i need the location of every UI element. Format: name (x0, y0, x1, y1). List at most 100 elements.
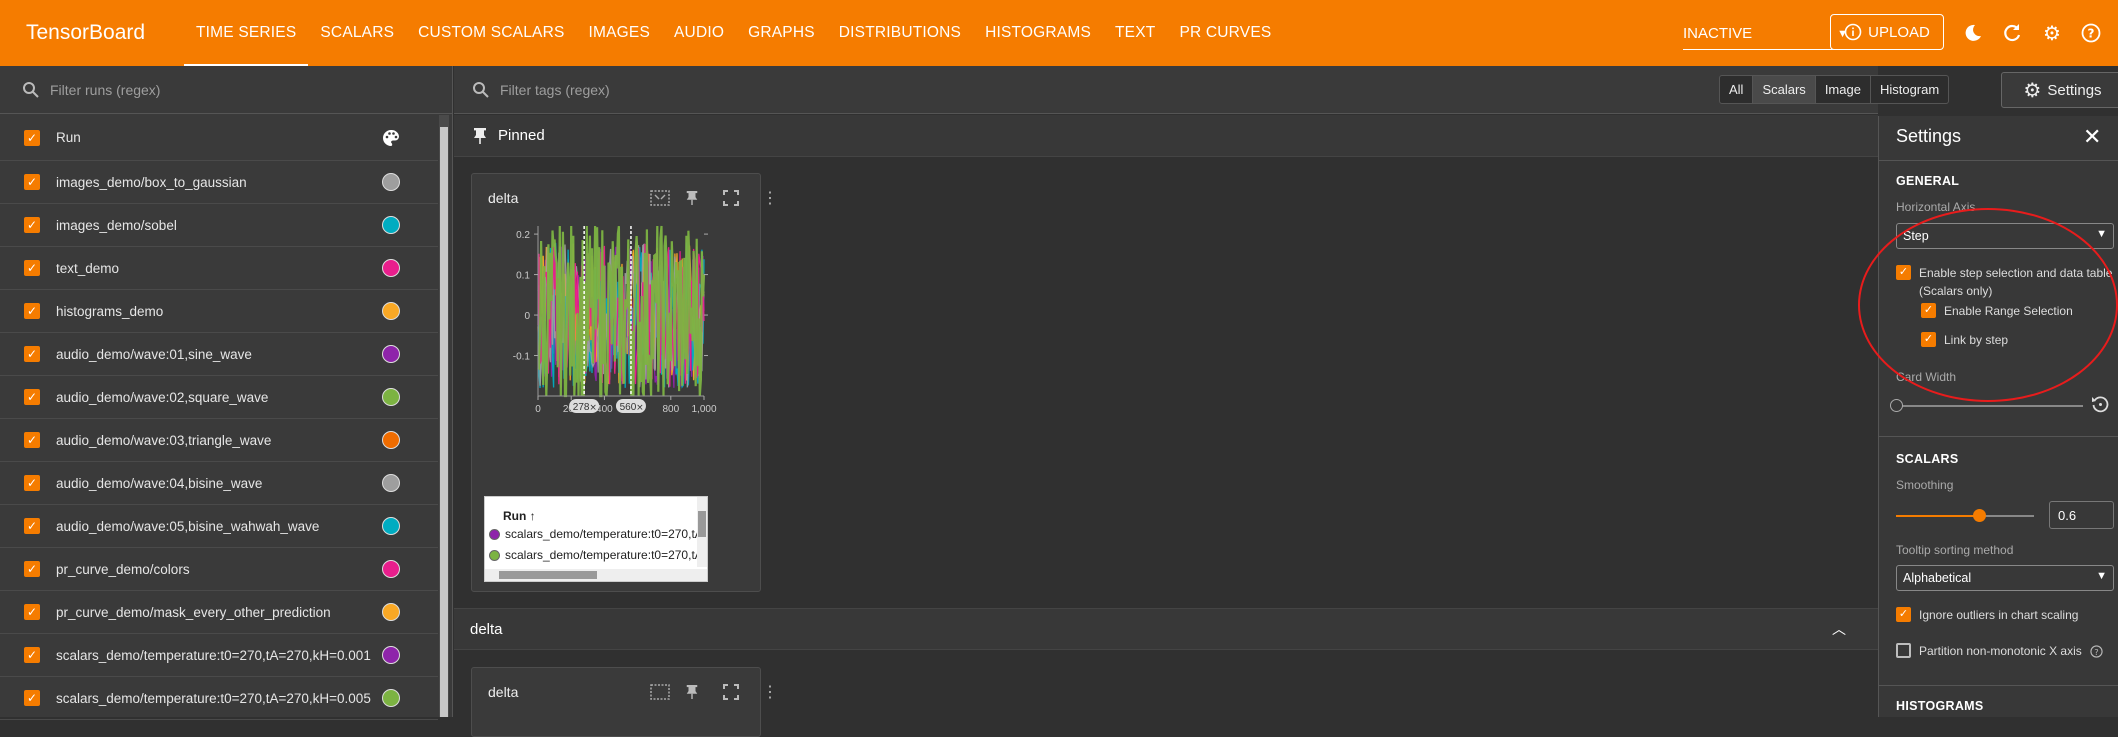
run-row[interactable]: ✓ pr_curve_demo/mask_every_other_predicti… (0, 591, 438, 634)
svg-text:?: ? (2094, 647, 2098, 657)
tab-histograms[interactable]: HISTOGRAMS (973, 0, 1103, 66)
tab-text[interactable]: TEXT (1103, 0, 1167, 66)
tab-graphs[interactable]: GRAPHS (736, 0, 827, 66)
filter-image-button[interactable]: Image (1816, 76, 1871, 103)
link-by-step-checkbox[interactable]: ✓ (1921, 332, 1936, 347)
delta-group-header[interactable]: delta ︿ (454, 608, 1878, 650)
run-row[interactable]: ✓ images_demo/sobel (0, 204, 438, 247)
tag-filter[interactable]: Filter tags (regex) (454, 66, 1878, 114)
palette-icon[interactable] (382, 129, 400, 147)
run-row[interactable]: ✓ audio_demo/wave:02,square_wave (0, 376, 438, 419)
smoothing-slider[interactable] (1896, 515, 2034, 517)
chevron-up-icon[interactable]: ︿ (1832, 619, 1846, 639)
run-row[interactable]: ✓ images_demo/box_to_gaussian (0, 161, 438, 204)
card-width-label: Card Width (1896, 370, 1957, 384)
enable-step-selection-checkbox[interactable]: ✓ (1896, 265, 1911, 280)
run-row[interactable]: ✓ scalars_demo/temperature:t0=270,tA=270,… (0, 634, 438, 677)
run-row[interactable]: ✓ scalars_demo/temperature:t0=270,tA=270,… (0, 677, 438, 720)
more-options-icon[interactable]: ⋮ (760, 682, 780, 702)
run-checkbox[interactable]: ✓ (24, 260, 40, 276)
run-color-swatch[interactable] (382, 216, 400, 234)
reload-icon[interactable] (2001, 22, 2023, 44)
run-checkbox[interactable]: ✓ (24, 346, 40, 362)
run-checkbox[interactable]: ✓ (24, 389, 40, 405)
run-checkbox[interactable]: ✓ (24, 217, 40, 233)
tab-custom-scalars[interactable]: CUSTOM SCALARS (406, 0, 576, 66)
reset-icon[interactable] (2091, 395, 2109, 418)
run-checkbox[interactable]: ✓ (24, 690, 40, 706)
tab-time-series[interactable]: TIME SERIES (184, 0, 309, 66)
step-data-table[interactable]: Run ↑ scalars_demo/temperature:t0=270,tA… (484, 496, 708, 582)
tab-pr-curves[interactable]: PR CURVES (1167, 0, 1283, 66)
dark-mode-icon[interactable] (1962, 22, 1984, 44)
run-color-swatch[interactable] (382, 173, 400, 191)
help-icon[interactable]: ? (2080, 22, 2102, 44)
run-row[interactable]: ✓ audio_demo/wave:03,triangle_wave (0, 419, 438, 462)
run-checkbox[interactable]: ✓ (24, 475, 40, 491)
run-checkbox[interactable]: ✓ (24, 518, 40, 534)
run-color-swatch[interactable] (382, 302, 400, 320)
partition-checkbox[interactable] (1896, 643, 1911, 658)
plugin-select[interactable]: INACTIVE ▼ (1683, 18, 1848, 50)
fit-domain-icon[interactable] (650, 188, 670, 208)
delta-chart[interactable]: 0.20.10-0.102004008001,000278×560× (482, 214, 722, 414)
gear-icon[interactable]: ⚙ (2041, 22, 2063, 45)
fit-domain-icon[interactable] (650, 682, 670, 702)
pin-icon[interactable] (682, 682, 702, 702)
upload-label: UPLOAD (1868, 23, 1930, 41)
pin-icon[interactable] (682, 188, 702, 208)
ignore-outliers-checkbox[interactable]: ✓ (1896, 607, 1911, 622)
select-all-checkbox[interactable]: ✓ (24, 129, 40, 146)
run-row[interactable]: ✓ audio_demo/wave:04,bisine_wave (0, 462, 438, 505)
run-checkbox[interactable]: ✓ (24, 561, 40, 577)
run-checkbox[interactable]: ✓ (24, 647, 40, 663)
filter-all-button[interactable]: All (1720, 76, 1754, 103)
run-color-swatch[interactable] (382, 474, 400, 492)
run-filter[interactable]: Filter runs (regex) (0, 66, 452, 114)
run-checkbox[interactable]: ✓ (24, 303, 40, 319)
run-row[interactable]: ✓ audio_demo/wave:05,bisine_wahwah_wave (0, 505, 438, 548)
tab-distributions[interactable]: DISTRIBUTIONS (827, 0, 973, 66)
run-color-swatch[interactable] (382, 646, 400, 664)
run-row[interactable]: ✓ histograms_demo (0, 290, 438, 333)
run-row[interactable]: ✓ audio_demo/wave:01,sine_wave (0, 333, 438, 376)
enable-range-selection-checkbox[interactable]: ✓ (1921, 303, 1936, 318)
tooltip-sort-select[interactable]: Alphabetical ▼ (1896, 565, 2114, 591)
close-icon[interactable]: ✕ (2083, 124, 2101, 150)
filter-histogram-button[interactable]: Histogram (1871, 76, 1948, 103)
run-checkbox[interactable]: ✓ (24, 604, 40, 620)
settings-button[interactable]: ⚙ Settings (2001, 72, 2118, 108)
top-app-bar: TensorBoard TIME SERIES SCALARS CUSTOM S… (0, 0, 2118, 66)
run-color-swatch[interactable] (382, 345, 400, 363)
run-color-swatch[interactable] (382, 517, 400, 535)
run-color-swatch[interactable] (382, 603, 400, 621)
horizontal-axis-select[interactable]: Step ▼ (1896, 223, 2114, 249)
run-color-swatch[interactable] (382, 388, 400, 406)
table-vscroll[interactable] (697, 497, 707, 567)
run-color-swatch[interactable] (382, 560, 400, 578)
filter-scalars-button[interactable]: Scalars (1753, 76, 1816, 103)
tab-audio[interactable]: AUDIO (662, 0, 736, 66)
run-color-swatch[interactable] (382, 259, 400, 277)
tab-images[interactable]: IMAGES (577, 0, 663, 66)
run-row[interactable]: ✓ pr_curve_demo/colors (0, 548, 438, 591)
smoothing-input[interactable]: 0.6 (2049, 501, 2114, 529)
table-hscroll[interactable] (485, 569, 707, 581)
run-name: audio_demo/wave:05,bisine_wahwah_wave (56, 518, 320, 534)
card-width-slider[interactable] (1896, 405, 2083, 407)
help-icon[interactable]: ? (2090, 645, 2103, 658)
card-width-knob[interactable] (1890, 399, 1903, 412)
smoothing-knob[interactable] (1972, 509, 1986, 522)
run-checkbox[interactable]: ✓ (24, 432, 40, 448)
run-checkbox[interactable]: ✓ (24, 174, 40, 190)
run-color-swatch[interactable] (382, 431, 400, 449)
table-header-run[interactable]: Run ↑ (503, 509, 536, 523)
fullscreen-icon[interactable] (721, 682, 741, 702)
runs-scrollbar[interactable] (439, 115, 449, 717)
tab-scalars[interactable]: SCALARS (308, 0, 406, 66)
more-options-icon[interactable]: ⋮ (760, 188, 780, 208)
run-color-swatch[interactable] (382, 689, 400, 707)
upload-button[interactable]: UPLOAD (1830, 14, 1944, 50)
run-row[interactable]: ✓ text_demo (0, 247, 438, 290)
fullscreen-icon[interactable] (721, 188, 741, 208)
